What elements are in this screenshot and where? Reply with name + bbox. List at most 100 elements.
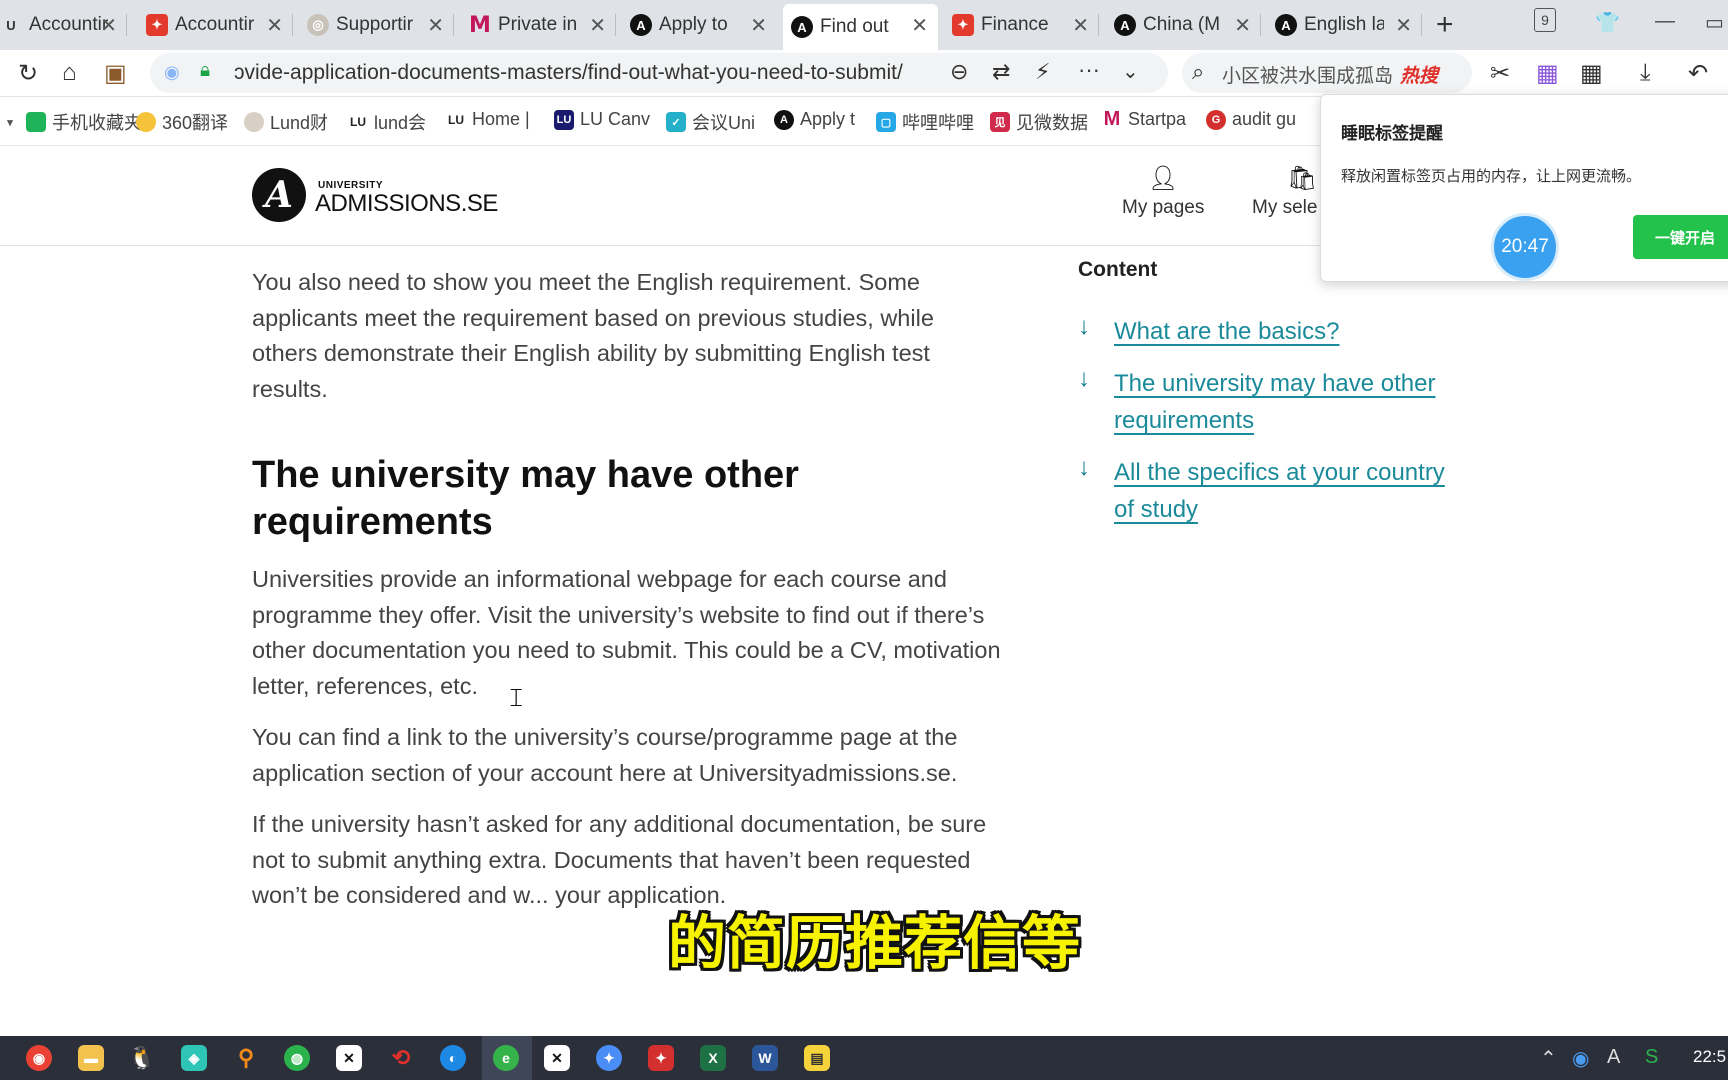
minimize-icon[interactable]: — bbox=[1655, 10, 1675, 33]
lu-canvas-icon: LU bbox=[554, 109, 574, 130]
toc-item[interactable]: ↓ The university may have other requirem… bbox=[1078, 365, 1454, 439]
browser-tab[interactable]: ◎ Supportir ✕ bbox=[299, 4, 454, 46]
browser-tab-active[interactable]: A Find out ✕ bbox=[783, 4, 938, 50]
browser-tab[interactable]: A China (M ✕ bbox=[1106, 4, 1261, 46]
bookmark-item[interactable]: Gaudit gu bbox=[1206, 109, 1296, 130]
taskbar-clock[interactable]: 22:5 bbox=[1693, 1047, 1726, 1067]
toc-link[interactable]: All the specifics at your country of stu… bbox=[1114, 454, 1454, 528]
close-icon[interactable]: ✕ bbox=[750, 13, 767, 38]
close-icon[interactable]: ✕ bbox=[1234, 13, 1251, 38]
enable-button[interactable]: 一键开启 bbox=[1633, 215, 1728, 259]
translate-icon[interactable]: ⇄ bbox=[992, 59, 1010, 85]
close-icon[interactable]: ✕ bbox=[266, 13, 283, 38]
word-icon[interactable]: W bbox=[752, 1045, 778, 1071]
bookmark-item[interactable]: 360翻译 bbox=[136, 109, 228, 135]
browser-tab[interactable]: A English la ✕ bbox=[1267, 4, 1422, 46]
hot-search-badge[interactable]: 热搜 bbox=[1400, 61, 1438, 88]
my-selections-label: My sele bbox=[1252, 197, 1318, 218]
close-icon[interactable]: ✕ bbox=[1072, 13, 1089, 38]
reload-icon[interactable]: ↻ bbox=[18, 59, 38, 88]
sticky-notes-icon[interactable]: ▤ bbox=[804, 1045, 830, 1071]
new-tab-icon[interactable]: + bbox=[1436, 8, 1454, 42]
lu-icon: LU bbox=[348, 112, 368, 132]
translate-ext-icon[interactable]: ▦ bbox=[1536, 59, 1559, 88]
excel-icon[interactable]: X bbox=[700, 1045, 726, 1071]
toc-item[interactable]: ↓ What are the basics? bbox=[1078, 313, 1454, 350]
my-selections-link[interactable]: 🛍︎ My sele bbox=[1252, 164, 1317, 219]
app-icon[interactable]: ◈ bbox=[181, 1045, 207, 1071]
chrome-icon[interactable]: ◉ bbox=[26, 1045, 52, 1071]
bookmark-item[interactable]: M Startpa bbox=[1102, 108, 1186, 130]
scissors-icon[interactable]: ✂ bbox=[1490, 59, 1510, 88]
support-favicon-icon: ◎ bbox=[307, 14, 329, 36]
bookmark-item[interactable]: LU LU Canv bbox=[554, 109, 650, 130]
bookmark-item[interactable]: ▾ 手机收藏夹 bbox=[0, 109, 142, 135]
search-box[interactable]: ⌕ 小区被洪水围成孤岛 热搜 bbox=[1182, 53, 1472, 93]
toc-item[interactable]: ↓ All the specifics at your country of s… bbox=[1078, 454, 1454, 528]
close-icon[interactable]: ✕ bbox=[100, 13, 117, 38]
video-subtitle: 的简历推荐信等 bbox=[668, 911, 1082, 976]
site-info-icon[interactable]: ◉ bbox=[164, 62, 180, 83]
toc-link[interactable]: The university may have other requiremen… bbox=[1114, 365, 1454, 439]
bookmark-item[interactable]: LU Home | bbox=[446, 109, 530, 130]
briefcase-icon[interactable]: ▣ bbox=[104, 59, 127, 88]
chevron-down-icon[interactable]: ⌄ bbox=[1122, 59, 1139, 84]
app-icon[interactable]: ✦ bbox=[596, 1045, 622, 1071]
lightning-icon[interactable]: ⚡︎ bbox=[1035, 59, 1050, 85]
tab-count-badge[interactable]: 9 bbox=[1534, 8, 1556, 32]
tray-s-icon[interactable]: S bbox=[1645, 1046, 1658, 1069]
home-icon[interactable]: ⌂ bbox=[62, 59, 77, 87]
site-logo-icon[interactable]: A bbox=[252, 168, 306, 222]
browser-tab[interactable]: M Private in ✕ bbox=[461, 4, 616, 46]
capcut-icon[interactable]: ✕ bbox=[336, 1045, 362, 1071]
chevron-up-icon[interactable]: ⌃ bbox=[1540, 1046, 1557, 1071]
bookmark-item[interactable]: ▢ 哔哩哔哩 bbox=[876, 109, 974, 135]
close-icon[interactable]: ✕ bbox=[911, 13, 928, 38]
edge-icon[interactable]: ◐ bbox=[440, 1045, 466, 1071]
search-icon: ⌕ bbox=[1192, 59, 1205, 84]
browser-tab[interactable]: ✦ Accountir ✕ bbox=[138, 4, 293, 46]
lund-favicon-icon bbox=[244, 112, 264, 132]
input-method-icon[interactable]: A bbox=[1607, 1046, 1620, 1069]
red-app-icon[interactable]: ⟲ bbox=[388, 1045, 414, 1071]
basket-icon: 🛍︎ bbox=[1287, 165, 1318, 192]
bookmark-item[interactable]: 见见微数据 bbox=[990, 109, 1088, 135]
arrow-down-icon: ↓ bbox=[1078, 313, 1090, 340]
my-pages-link[interactable]: 👤︎ My pages bbox=[1122, 164, 1204, 219]
undo-icon[interactable]: ↶ bbox=[1688, 59, 1708, 88]
logo-text[interactable]: ADMISSIONS.SE bbox=[315, 190, 498, 218]
url-bar[interactable]: ◉ 🔒︎ ɔvide-application-documents-masters… bbox=[150, 53, 1168, 93]
bookmark-item[interactable]: Lund财 bbox=[244, 109, 328, 135]
paragraph: Universities provide an informational we… bbox=[252, 566, 1001, 699]
apps-grid-icon[interactable]: ▦ bbox=[1580, 59, 1603, 88]
search-app-icon[interactable]: ⚲ bbox=[233, 1045, 259, 1071]
browser-tab[interactable]: A Apply to ✕ bbox=[622, 4, 777, 46]
browser-360-icon[interactable]: e bbox=[493, 1045, 519, 1071]
close-icon[interactable]: ✕ bbox=[1395, 13, 1412, 38]
download-icon[interactable]: ⤓ bbox=[1640, 59, 1651, 87]
maximize-icon[interactable]: ▭ bbox=[1705, 10, 1724, 35]
timer-badge: 20:47 bbox=[1491, 213, 1559, 281]
wechat-icon[interactable]: ◍ bbox=[284, 1045, 310, 1071]
bookmark-item[interactable]: A Apply t bbox=[774, 109, 855, 130]
admissions-favicon-icon: A bbox=[630, 14, 652, 36]
pdf-app-icon[interactable]: ✦ bbox=[648, 1045, 674, 1071]
text-cursor-icon: 𝙸 bbox=[507, 683, 526, 713]
zoom-icon[interactable]: ⊖ bbox=[950, 59, 968, 85]
file-explorer-icon[interactable]: ▬ bbox=[78, 1045, 104, 1071]
bookmark-label: 会议Uni bbox=[692, 113, 756, 133]
bookmark-item[interactable]: LU lund会 bbox=[348, 109, 426, 135]
toc-link[interactable]: What are the basics? bbox=[1114, 313, 1454, 350]
browser-tab[interactable]: ✦ Finance ✕ bbox=[944, 4, 1099, 46]
capcut-icon[interactable]: ✕ bbox=[544, 1045, 570, 1071]
tray-app-icon[interactable]: ◉ bbox=[1572, 1046, 1589, 1071]
bookmark-item[interactable]: ✓ 会议Uni bbox=[666, 109, 755, 135]
bookmark-label: audit gu bbox=[1232, 109, 1297, 129]
search-input[interactable]: 小区被洪水围成孤岛 bbox=[1222, 61, 1393, 88]
close-icon[interactable]: ✕ bbox=[589, 13, 606, 38]
close-icon[interactable]: ✕ bbox=[427, 13, 444, 38]
more-icon[interactable]: ··· bbox=[1078, 57, 1100, 83]
skin-icon[interactable]: 👕 bbox=[1595, 10, 1620, 35]
qq-icon[interactable]: 🐧 bbox=[128, 1045, 155, 1071]
browser-tab[interactable]: U Accountir ✕ bbox=[0, 4, 127, 46]
